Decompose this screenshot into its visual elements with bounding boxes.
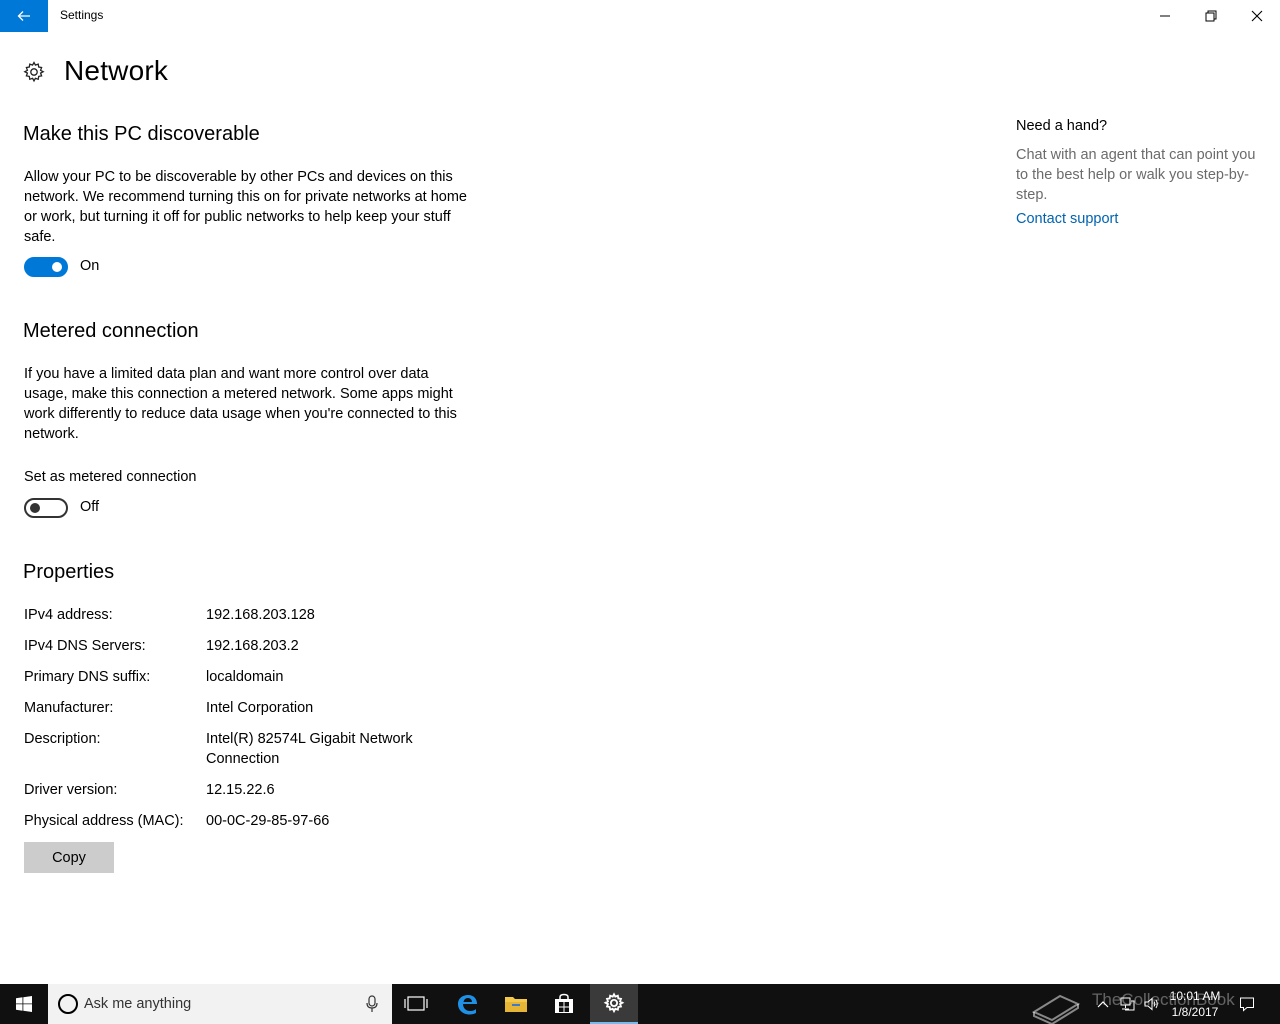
task-view-icon <box>404 996 428 1011</box>
minimize-icon <box>1160 15 1170 17</box>
app-title: Settings <box>60 8 104 22</box>
show-hidden-icons-button[interactable] <box>1094 984 1112 1024</box>
network-icon <box>1120 997 1135 1011</box>
help-heading: Need a hand? <box>1016 118 1108 134</box>
settings-taskbar-button[interactable] <box>590 984 638 1024</box>
property-value: Intel Corporation <box>206 700 314 716</box>
back-button[interactable] <box>0 0 48 32</box>
close-icon <box>1251 10 1263 22</box>
search-box[interactable]: Ask me anything <box>48 984 392 1024</box>
watermark-book-icon <box>1031 994 1081 1024</box>
file-explorer-icon <box>505 997 527 1012</box>
clock-date: 1/8/2017 <box>1171 1005 1219 1019</box>
property-key: IPv4 address: <box>24 607 113 623</box>
property-key: IPv4 DNS Servers: <box>24 638 146 654</box>
property-value: 00-0C-29-85-97-66 <box>206 813 330 829</box>
cortana-icon <box>58 994 78 1014</box>
copy-button[interactable]: Copy <box>24 842 114 873</box>
store-button[interactable] <box>540 984 588 1024</box>
search-placeholder: Ask me anything <box>84 996 192 1012</box>
volume-tray-button[interactable] <box>1140 984 1162 1024</box>
file-explorer-button[interactable] <box>492 984 540 1024</box>
discoverable-description: Allow your PC to be discoverable by othe… <box>24 169 467 245</box>
toggle-knob <box>52 262 62 272</box>
taskbar: Ask me anything TheCollectionBook 10:01 … <box>0 984 1280 1024</box>
contact-support-link[interactable]: Contact support <box>1016 211 1118 227</box>
help-text: Chat with an agent that can point you to… <box>1016 147 1256 203</box>
restore-button[interactable] <box>1188 0 1234 32</box>
edge-button[interactable] <box>443 984 491 1024</box>
start-button[interactable] <box>0 984 48 1024</box>
notification-icon <box>1240 997 1254 1012</box>
metered-setting-label: Set as metered connection <box>24 469 197 485</box>
property-key: Physical address (MAC): <box>24 813 184 829</box>
metered-toggle-state: Off <box>80 499 100 515</box>
store-icon <box>555 993 573 1013</box>
volume-icon <box>1144 997 1158 1011</box>
network-tray-button[interactable] <box>1116 984 1138 1024</box>
title-bar: Settings <box>0 0 1280 32</box>
clock-time: 10:01 AM <box>1169 989 1221 1003</box>
discoverable-toggle-state: On <box>80 258 100 274</box>
page-title: Network <box>64 55 169 86</box>
windows-start-icon <box>16 996 32 1012</box>
property-value: Intel(R) 82574L Gigabit Network Connecti… <box>206 731 413 767</box>
property-value: localdomain <box>206 669 284 685</box>
property-value: 192.168.203.2 <box>206 638 299 654</box>
discoverable-heading: Make this PC discoverable <box>23 123 260 145</box>
action-center-button[interactable] <box>1232 984 1262 1024</box>
toggle-knob <box>30 503 40 513</box>
minimize-button[interactable] <box>1142 0 1188 32</box>
metered-toggle[interactable] <box>24 498 68 518</box>
close-button[interactable] <box>1234 0 1280 32</box>
property-key: Manufacturer: <box>24 700 114 716</box>
gear-icon <box>23 61 45 83</box>
discoverable-toggle[interactable] <box>24 257 68 277</box>
edge-icon <box>458 995 477 1015</box>
property-value: 192.168.203.128 <box>206 607 315 623</box>
system-clock[interactable]: 10:01 AM 1/8/2017 <box>1162 988 1228 1020</box>
microphone-icon[interactable] <box>364 994 380 1014</box>
back-arrow-icon <box>17 11 30 21</box>
properties-heading: Properties <box>23 561 115 583</box>
property-key: Description: <box>24 731 101 747</box>
property-key: Driver version: <box>24 782 118 798</box>
settings-icon <box>603 992 625 1014</box>
property-value: 12.15.22.6 <box>206 782 275 798</box>
restore-icon <box>1205 10 1217 22</box>
chevron-up-icon <box>1097 1001 1109 1008</box>
metered-description: If you have a limited data plan and want… <box>24 366 457 442</box>
property-key: Primary DNS suffix: <box>24 669 151 685</box>
task-view-button[interactable] <box>392 984 440 1024</box>
metered-heading: Metered connection <box>23 320 199 342</box>
